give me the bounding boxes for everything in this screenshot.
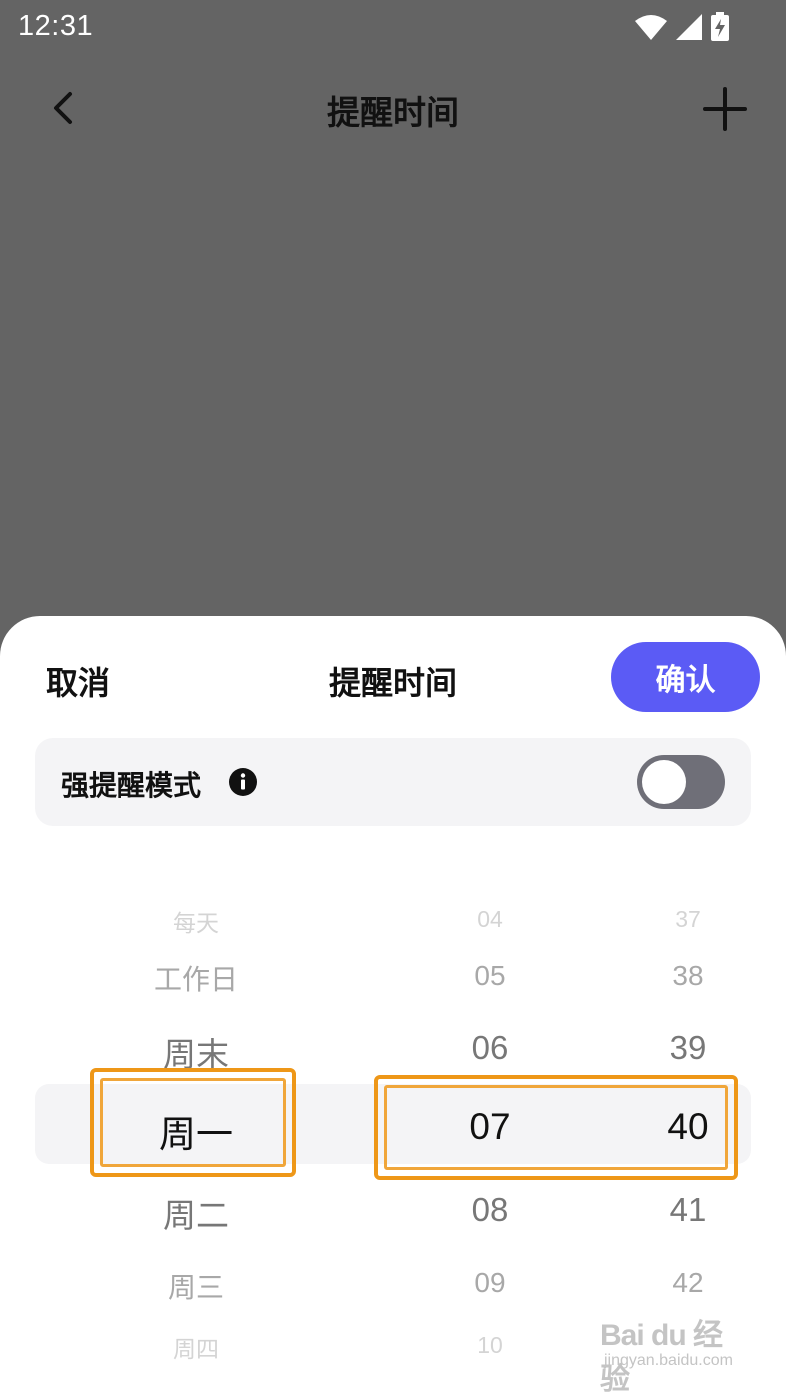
day-option[interactable]: 周二 (96, 1189, 296, 1237)
add-icon[interactable] (700, 84, 750, 134)
strong-reminder-row: 强提醒模式 (35, 738, 751, 826)
status-icons (634, 12, 730, 42)
watermark-site: jingyan.baidu.com (604, 1352, 733, 1369)
page-title: 提醒时间 (327, 93, 459, 132)
day-highlight-annotation (90, 1068, 296, 1177)
reminder-time-sheet: 取消 提醒时间 确认 强提醒模式 每天 工作日 周末 周一 周二 周三 周四 0… (0, 616, 786, 1398)
minute-option[interactable]: 41 (620, 1191, 756, 1229)
minute-option[interactable]: 38 (620, 960, 756, 992)
hour-option[interactable]: 10 (420, 1332, 560, 1359)
day-option[interactable]: 周四 (96, 1330, 296, 1364)
toggle-knob (642, 760, 686, 804)
day-highlight-inner (100, 1078, 286, 1167)
strong-reminder-label: 强提醒模式 (61, 769, 202, 802)
hour-option[interactable]: 09 (420, 1267, 560, 1299)
hour-option[interactable]: 08 (420, 1191, 560, 1229)
strong-reminder-toggle[interactable] (637, 755, 725, 809)
time-highlight-inner (384, 1085, 728, 1170)
hour-option[interactable]: 06 (420, 1029, 560, 1067)
day-option[interactable]: 周三 (96, 1266, 296, 1306)
day-option[interactable]: 工作日 (96, 958, 296, 998)
minute-option[interactable]: 37 (620, 906, 756, 933)
status-time: 12:31 (18, 10, 94, 42)
hour-option[interactable]: 04 (420, 906, 560, 933)
minute-option[interactable]: 39 (620, 1029, 756, 1067)
battery-charging-icon (711, 12, 729, 41)
cancel-button[interactable]: 取消 (46, 658, 110, 704)
time-highlight-annotation (374, 1075, 738, 1180)
hour-option[interactable]: 05 (420, 960, 560, 992)
baidu-watermark: Bai du 经验 jingyan.baidu.com (600, 1300, 750, 1396)
day-option[interactable]: 每天 (96, 904, 296, 938)
sheet-header: 取消 提醒时间 确认 (0, 616, 786, 736)
confirm-button[interactable]: 确认 (611, 642, 760, 712)
info-icon[interactable] (228, 767, 258, 797)
top-nav: 提醒时间 (0, 70, 786, 146)
minute-option[interactable]: 42 (620, 1267, 756, 1299)
status-bar: 12:31 (0, 0, 786, 54)
cell-signal-icon (676, 14, 702, 40)
wifi-icon (635, 15, 667, 40)
